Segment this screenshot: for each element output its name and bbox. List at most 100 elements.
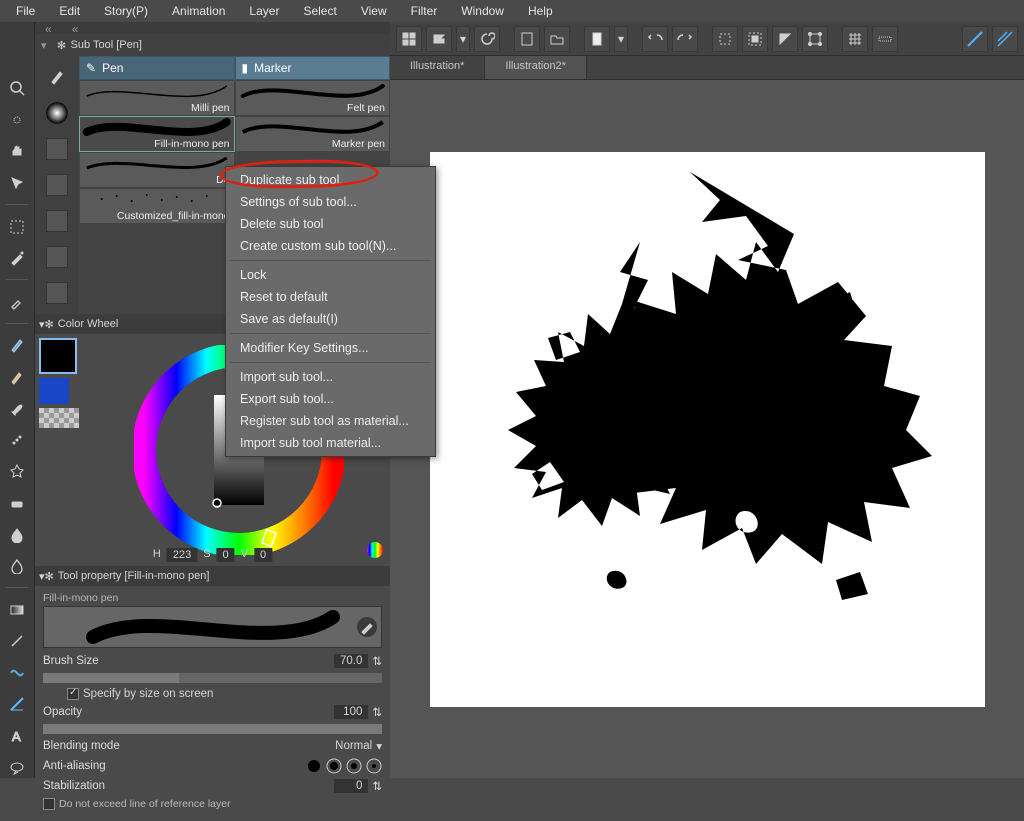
tool-move-icon[interactable] <box>6 110 28 131</box>
specify-checkbox[interactable] <box>67 688 79 700</box>
menu-animation[interactable]: Animation <box>160 1 237 21</box>
tool-pencil-icon[interactable] <box>6 366 28 387</box>
tool-eraser-icon[interactable] <box>6 493 28 514</box>
menu-story[interactable]: Story(P) <box>92 1 160 21</box>
grid-button[interactable] <box>842 26 868 52</box>
tool-fill-icon[interactable] <box>6 556 28 577</box>
tab-illustration2[interactable]: Illustration2* <box>485 56 587 79</box>
tool-marquee-icon[interactable] <box>6 216 28 237</box>
tool-zoom-icon[interactable] <box>6 78 28 99</box>
tab-marker[interactable]: ▮ Marker <box>235 56 391 80</box>
mi-save-default[interactable]: Save as default(I) <box>226 308 435 330</box>
rgb-hsv-toggle-icon[interactable] <box>366 541 384 562</box>
thumbs-button[interactable] <box>396 26 422 52</box>
new-button[interactable] <box>514 26 540 52</box>
mi-reset[interactable]: Reset to default <box>226 286 435 308</box>
brush-felt-pen[interactable]: Felt pen <box>235 80 391 116</box>
tool-settings-button[interactable] <box>357 617 377 637</box>
undo-button[interactable] <box>642 26 668 52</box>
menu-file[interactable]: File <box>4 1 47 21</box>
snap-a-button[interactable] <box>962 26 988 52</box>
gear-icon[interactable]: ✻ <box>45 318 54 331</box>
tool-airbrush-icon[interactable] <box>6 430 28 451</box>
mi-import[interactable]: Import sub tool... <box>226 366 435 388</box>
mi-duplicate[interactable]: Duplicate sub tool... <box>226 169 435 191</box>
exceed-checkbox[interactable] <box>43 798 55 810</box>
mi-export[interactable]: Export sub tool... <box>226 388 435 410</box>
mi-lock[interactable]: Lock <box>226 264 435 286</box>
brush-size-slider[interactable] <box>43 673 382 683</box>
gear-icon[interactable]: ✻ <box>45 570 54 583</box>
chevron-down-icon[interactable]: ▾ <box>456 26 470 52</box>
ruler-button[interactable] <box>872 26 898 52</box>
tool-balloon-icon[interactable] <box>6 757 28 778</box>
mi-import-material[interactable]: Import sub tool material... <box>226 432 435 454</box>
stepper-icon[interactable]: ⇅ <box>372 779 382 793</box>
stepper-icon[interactable]: ⇅ <box>372 654 382 668</box>
tool-hand-icon[interactable] <box>6 141 28 162</box>
crop-button[interactable] <box>802 26 828 52</box>
background-swatch[interactable] <box>39 378 69 404</box>
subtool-group-b-icon[interactable] <box>42 170 72 200</box>
s-value[interactable]: 0 <box>217 548 235 562</box>
tool-brush-icon[interactable] <box>6 398 28 419</box>
tool-eyedropper-icon[interactable] <box>6 291 28 312</box>
tab-pen[interactable]: ✎ Pen <box>79 56 235 80</box>
canvas[interactable] <box>430 152 985 707</box>
aa-options[interactable] <box>306 758 382 774</box>
chevron-down-icon[interactable]: ▾ <box>376 739 382 753</box>
page-button[interactable] <box>584 26 610 52</box>
brush-de[interactable]: De <box>79 152 235 188</box>
transparency-swatch[interactable] <box>39 408 79 428</box>
menu-edit[interactable]: Edit <box>47 1 92 21</box>
subtool-group-d-icon[interactable] <box>42 242 72 272</box>
subtool-group-e-icon[interactable] <box>42 278 72 308</box>
mi-delete[interactable]: Delete sub tool <box>226 213 435 235</box>
subtool-group-pen-icon[interactable] <box>42 62 72 92</box>
tool-pen-icon[interactable] <box>6 335 28 356</box>
menu-filter[interactable]: Filter <box>399 1 450 21</box>
chevron-double-icon[interactable]: « <box>72 22 79 34</box>
mi-modifier-key[interactable]: Modifier Key Settings... <box>226 337 435 359</box>
spiral-button[interactable] <box>474 26 500 52</box>
tool-blend-icon[interactable] <box>6 524 28 545</box>
brush-fill-in-mono-pen[interactable]: Fill-in-mono pen <box>79 116 235 152</box>
brush-marker-pen[interactable]: Marker pen <box>235 116 391 152</box>
chevron-down-icon[interactable]: ▾ <box>614 26 628 52</box>
stepper-icon[interactable]: ⇅ <box>372 705 382 719</box>
subtool-group-color-icon[interactable] <box>42 98 72 128</box>
foreground-swatch[interactable] <box>39 338 77 374</box>
mi-settings[interactable]: Settings of sub tool... <box>226 191 435 213</box>
redo-button[interactable] <box>672 26 698 52</box>
dropdown-button[interactable] <box>426 26 452 52</box>
tool-ruler-icon[interactable] <box>6 694 28 715</box>
opacity-value[interactable]: 100 <box>334 705 368 719</box>
h-value[interactable]: 223 <box>167 548 197 562</box>
brush-milli-pen[interactable]: Milli pen <box>79 80 235 116</box>
menu-window[interactable]: Window <box>449 1 516 21</box>
tool-wand-icon[interactable] <box>6 248 28 269</box>
select-all-button[interactable] <box>742 26 768 52</box>
brush-customized-fill[interactable]: Customized_fill-in-mono <box>79 188 235 224</box>
subtool-group-c-icon[interactable] <box>42 206 72 236</box>
open-button[interactable] <box>544 26 570 52</box>
menu-select[interactable]: Select <box>291 1 348 21</box>
snap-b-button[interactable] <box>992 26 1018 52</box>
menu-help[interactable]: Help <box>516 1 565 21</box>
deselect-button[interactable] <box>712 26 738 52</box>
tool-text-icon[interactable]: A <box>6 726 28 747</box>
brush-size-value[interactable]: 70.0 <box>334 654 368 668</box>
tool-line-icon[interactable] <box>6 631 28 652</box>
v-value[interactable]: 0 <box>254 548 272 562</box>
chevron-double-icon[interactable]: « <box>45 22 52 34</box>
tool-decoration-icon[interactable] <box>6 461 28 482</box>
opacity-slider[interactable] <box>43 724 382 734</box>
mi-register-material[interactable]: Register sub tool as material... <box>226 410 435 432</box>
chevron-down-icon[interactable]: ▾ <box>35 39 53 52</box>
blend-value[interactable]: Normal <box>335 740 372 752</box>
menu-view[interactable]: View <box>349 1 399 21</box>
mi-create-custom[interactable]: Create custom sub tool(N)... <box>226 235 435 257</box>
gear-icon[interactable]: ✻ <box>53 39 71 52</box>
stab-value[interactable]: 0 <box>334 779 368 793</box>
tool-figure-icon[interactable] <box>6 663 28 684</box>
